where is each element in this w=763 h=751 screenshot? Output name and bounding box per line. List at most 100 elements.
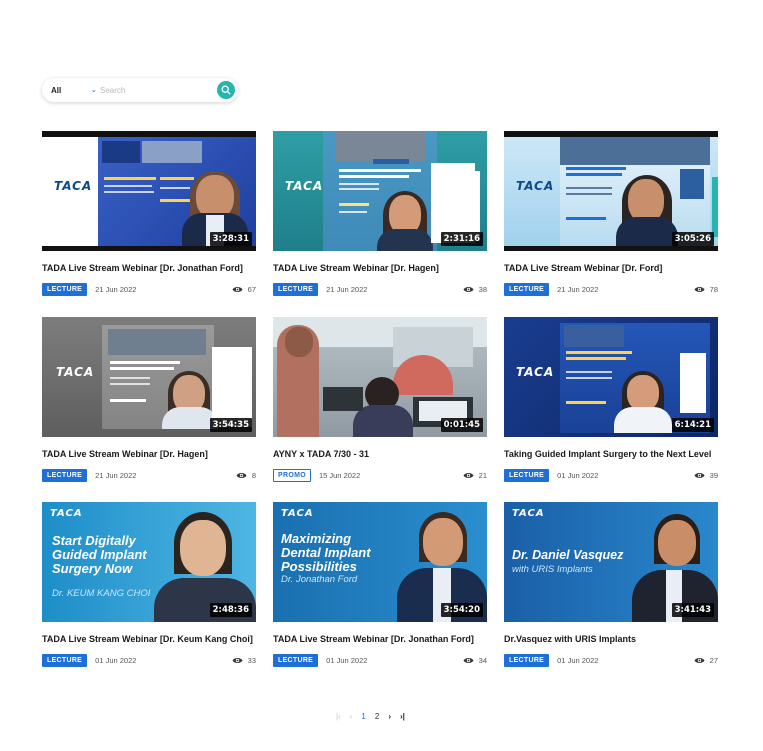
category-badge[interactable]: LECTURE [42,654,88,667]
video-date: 21 Jun 2022 [326,285,368,294]
video-meta: LECTURE 21 Jun 2022 67 [42,283,256,296]
category-badge[interactable]: LECTURE [273,654,319,667]
video-card[interactable]: TACA Start Digitally Guided Implant Surg… [42,502,256,667]
video-card[interactable]: TACA Dr. Daniel Vasquez with URIS Implan… [504,502,718,667]
video-meta: LECTURE 21 Jun 2022 78 [504,283,718,296]
video-meta: LECTURE 01 Jun 2022 27 [504,654,718,667]
thumb-subtitle: with URIS Implants [512,564,593,575]
video-card[interactable]: TACA Maximizing Dental Implant Possibili… [273,502,487,667]
video-date: 21 Jun 2022 [557,285,599,294]
thumb-presenter: Dr. KEUM KANG CHOI [52,588,151,599]
prev-page-button[interactable]: ‹ [350,712,353,721]
view-count-value: 38 [478,285,487,294]
tada-logo: TACA [281,508,314,519]
video-duration: 3:54:20 [440,603,483,617]
video-thumbnail[interactable]: TACA 3:28:31 [42,131,256,251]
last-page-button[interactable]: ›| [400,712,405,721]
page-2-button[interactable]: 2 [375,712,379,721]
video-thumbnail[interactable]: TACA Dr. Daniel Vasquez with URIS Implan… [504,502,718,622]
video-duration: 3:05:26 [671,232,714,246]
view-count-value: 67 [247,285,256,294]
video-card[interactable]: TACA 3:54:35 TADA Live Stream Webinar [D… [42,317,256,482]
video-date: 01 Jun 2022 [95,656,137,665]
view-count: 21 [463,471,487,480]
eye-icon [463,473,474,478]
eye-icon [463,287,474,292]
video-title[interactable]: Dr.Vasquez with URIS Implants [504,634,718,644]
category-badge[interactable]: LECTURE [42,283,88,296]
view-count-value: 34 [478,656,487,665]
video-title[interactable]: TADA Live Stream Webinar [Dr. Ford] [504,263,718,273]
video-duration: 6:14:21 [671,418,714,432]
thumb-headline: Start Digitally Guided Implant Surgery N… [52,533,147,576]
video-date: 21 Jun 2022 [95,471,137,480]
video-date: 01 Jun 2022 [557,471,599,480]
view-count-value: 78 [709,285,718,294]
video-meta: LECTURE 01 Jun 2022 39 [504,469,718,482]
page-1-button[interactable]: 1 [361,712,365,721]
video-title[interactable]: TADA Live Stream Webinar [Dr. Hagen] [273,263,487,273]
tada-logo: TACA [56,365,95,379]
view-count: 33 [232,656,256,665]
tada-logo: TACA [516,179,555,193]
video-date: 21 Jun 2022 [95,285,137,294]
view-count-value: 33 [247,656,256,665]
tada-logo: TACA [50,508,83,519]
video-card[interactable]: TACA 3:28:31 TADA Live Stream Webinar [D… [42,131,256,296]
next-page-button[interactable]: › [388,712,391,721]
search-button[interactable] [217,81,235,99]
video-thumbnail[interactable]: 0:01:45 [273,317,487,437]
video-card[interactable]: TACA 6:14:21 Taking Guided Implant Surge… [504,317,718,482]
view-count-value: 21 [478,471,487,480]
eye-icon [236,473,247,478]
view-count: 67 [232,285,256,294]
video-thumbnail[interactable]: TACA 6:14:21 [504,317,718,437]
view-count: 39 [694,471,718,480]
video-thumbnail[interactable]: TACA 3:05:26 [504,131,718,251]
video-date: 01 Jun 2022 [326,656,368,665]
video-title[interactable]: TADA Live Stream Webinar [Dr. Jonathan F… [42,263,256,273]
video-duration: 2:31:16 [440,232,483,246]
chevron-down-icon: ⌄ [91,87,97,94]
view-count: 78 [694,285,718,294]
category-select-value: All [51,85,62,95]
thumb-headline: Dr. Daniel Vasquez [512,548,624,562]
video-thumbnail[interactable]: TACA 2:31:16 [273,131,487,251]
eye-icon [694,473,705,478]
first-page-button[interactable]: |‹ [336,712,341,721]
eye-icon [694,287,705,292]
video-thumbnail[interactable]: TACA 3:54:35 [42,317,256,437]
category-select[interactable]: All ⌄ [42,86,100,95]
view-count: 8 [236,471,256,480]
category-badge[interactable]: LECTURE [504,469,550,482]
eye-icon [694,658,705,663]
video-thumbnail[interactable]: TACA Maximizing Dental Implant Possibili… [273,502,487,622]
tada-logo: TACA [54,179,93,193]
view-count-value: 27 [709,656,718,665]
video-card[interactable]: TACA 3:05:26 TADA Live Stream Webinar [D… [504,131,718,296]
category-badge[interactable]: LECTURE [42,469,88,482]
video-date: 15 Jun 2022 [318,471,361,480]
eye-icon [232,287,243,292]
video-duration: 0:01:45 [440,418,483,432]
video-title[interactable]: Taking Guided Implant Surgery to the Nex… [504,449,718,459]
view-count: 27 [694,656,718,665]
category-badge[interactable]: LECTURE [504,654,550,667]
category-badge[interactable]: PROMO [273,469,311,482]
video-date: 01 Jun 2022 [557,656,599,665]
video-title[interactable]: AYNY x TADA 7/30 - 31 [273,449,487,459]
video-duration: 3:54:35 [209,418,252,432]
video-card[interactable]: 0:01:45 AYNY x TADA 7/30 - 31 PROMO 15 J… [273,317,487,482]
category-badge[interactable]: LECTURE [504,283,550,296]
video-title[interactable]: TADA Live Stream Webinar [Dr. Jonathan F… [273,634,487,644]
filter-search-bar: All ⌄ [42,78,238,102]
video-title[interactable]: TADA Live Stream Webinar [Dr. Hagen] [42,449,256,459]
video-card[interactable]: TACA 2:31:16 TADA Live Stream Webinar [D… [273,131,487,296]
video-thumbnail[interactable]: TACA Start Digitally Guided Implant Surg… [42,502,256,622]
category-badge[interactable]: LECTURE [273,283,319,296]
eye-icon [232,658,243,663]
search-icon [221,85,231,95]
video-title[interactable]: TADA Live Stream Webinar [Dr. Keum Kang … [42,634,256,644]
search-input[interactable] [100,81,204,99]
thumb-headline: Maximizing Dental Implant Possibilities [281,531,371,574]
